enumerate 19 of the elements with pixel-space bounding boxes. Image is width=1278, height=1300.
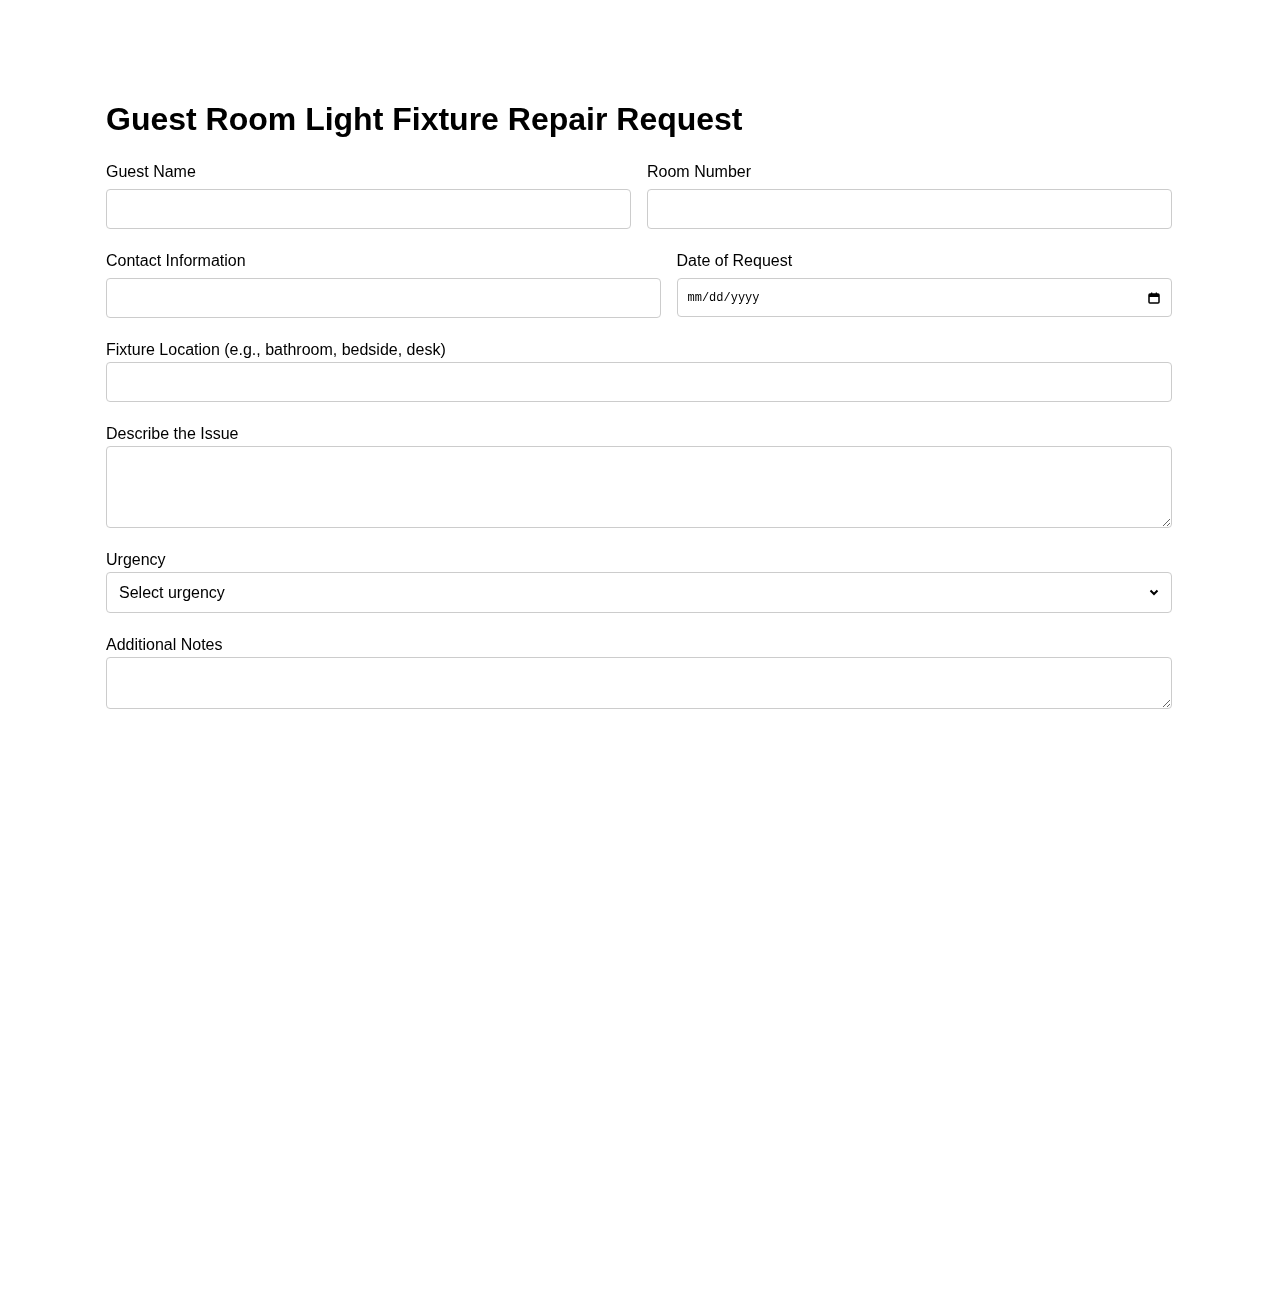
text-area[interactable] <box>106 657 1172 710</box>
form-title: Guest Room Light Fixture Repair Request <box>106 100 744 139</box>
select-dropdown[interactable]: Select urgency <box>106 572 1172 614</box>
field-label: Urgency <box>106 551 166 570</box>
field-label: Room Number <box>647 163 752 182</box>
text-field[interactable] <box>106 278 661 319</box>
text-field[interactable] <box>106 189 631 230</box>
field-label: Additional Notes <box>106 636 223 655</box>
chevron-down-icon[interactable] <box>1149 589 1159 597</box>
text-area[interactable] <box>106 446 1172 529</box>
calendar-icon[interactable] <box>1148 292 1160 305</box>
field-label: Fixture Location (e.g., bathroom, bedside, desk) <box>106 341 446 360</box>
field-label: Date of Request <box>676 252 793 271</box>
text-field[interactable] <box>647 189 1172 230</box>
field-label: Contact Information <box>106 252 246 271</box>
date-field[interactable]: mm/dd/yyyy <box>676 278 1172 318</box>
field-label: Guest Name <box>106 163 196 182</box>
text-field[interactable] <box>106 362 1172 403</box>
field-label: Describe the Issue <box>106 425 239 444</box>
